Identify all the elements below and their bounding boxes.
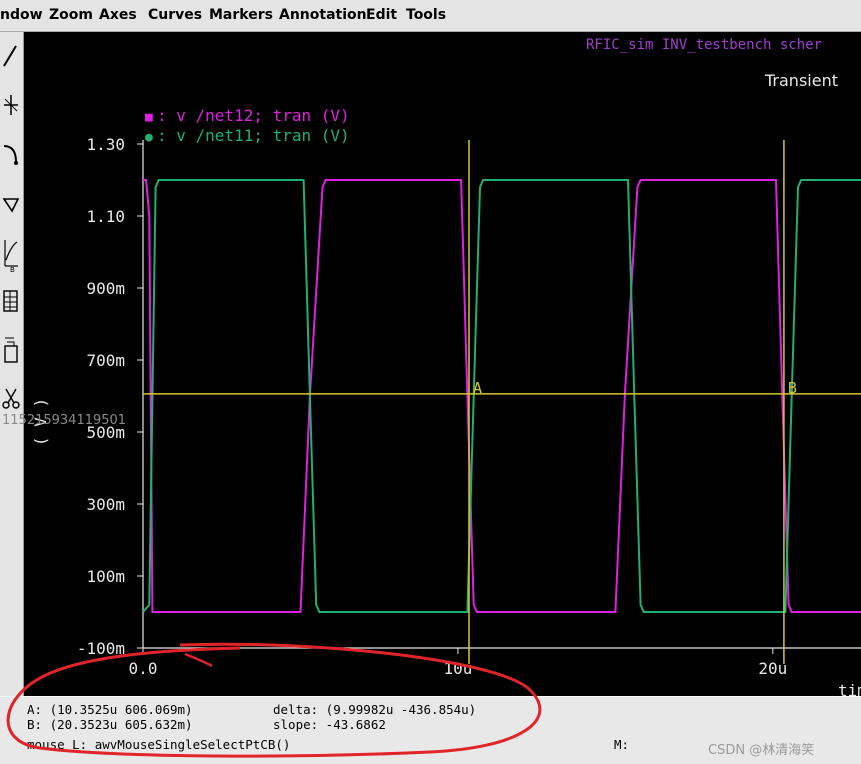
menu-edit[interactable]: Edit [366, 7, 397, 23]
watermark: CSDN @林清海笑 [708, 743, 815, 758]
cross-marker-button[interactable] [0, 83, 22, 127]
legend-marker-0: ■ [145, 110, 153, 125]
y-tick-label-0: 1.30 [86, 135, 125, 154]
marker-label-a: A [473, 379, 482, 397]
cross-marker-icon [4, 95, 18, 115]
line-tool-icon [3, 45, 17, 67]
mouse-middle-status: M: [614, 737, 630, 752]
menu-tools[interactable]: Tools [406, 7, 446, 23]
copy-button[interactable] [0, 328, 22, 372]
menu-markers[interactable]: Markers [209, 7, 273, 23]
menu-annotation[interactable]: Annotation [279, 7, 367, 23]
y-tick-label-3: 700m [86, 351, 125, 370]
menu-axes[interactable]: Axes [99, 7, 137, 23]
axis-scale-button[interactable]: B [0, 230, 22, 274]
y-tick-label-5: 300m [86, 495, 125, 514]
marker-b-readout: B: (20.3523u 605.632m) [27, 717, 193, 732]
delta-readout: delta: (9.99982u -436.854u) [273, 702, 477, 717]
side-toolbar: B [0, 32, 24, 696]
marker-label-b: B [788, 379, 797, 397]
chart-svg: RFIC_sim INV_testbench scher Transient ■ : … [31, 37, 861, 696]
legend-marker-1: ● [145, 130, 153, 145]
mouse-status: mouse L: awvMouseSingleSelectPtCB() [27, 737, 291, 752]
table-icon [3, 290, 18, 312]
menu-curves[interactable]: Curves [148, 7, 202, 23]
shape-tool-icon [2, 198, 20, 213]
menu-bar: ndow Zoom Axes Curves Markers Annotation… [0, 0, 861, 32]
series-line-0 [143, 179, 861, 613]
shape-tool-button[interactable] [0, 181, 22, 225]
svg-text:B: B [10, 266, 15, 272]
y-tick-label-7: -100m [77, 639, 125, 658]
legend-label-1: : v /net11; tran (V) [157, 126, 350, 145]
y-tick-label-1: 1.10 [86, 207, 125, 226]
x-axis-title: tim [838, 681, 861, 696]
series-line-1 [142, 179, 861, 613]
legend-label-0: : v /net12; tran (V) [157, 106, 350, 125]
y-tick-label-6: 100m [86, 567, 125, 586]
curve-tool-icon [3, 145, 18, 165]
slope-readout: slope: -43.6862 [273, 717, 386, 732]
menu-zoom[interactable]: Zoom [49, 7, 93, 23]
x-tick-label-2: 20u [758, 659, 787, 678]
scissors-icon [2, 388, 20, 409]
curve-tool-button[interactable] [0, 132, 22, 176]
table-button[interactable] [0, 279, 22, 323]
overlay-id-text: 115215934119501 [2, 413, 127, 428]
y-tick-label-2: 900m [86, 279, 125, 298]
menu-window[interactable]: ndow [0, 7, 43, 23]
line-tool-button[interactable] [0, 34, 22, 78]
marker-a-readout: A: (10.3525u 606.069m) [27, 702, 193, 717]
window-title-text: RFIC_sim INV_testbench scher [586, 37, 822, 53]
x-tick-label-1: 10u [443, 659, 472, 678]
x-tick-label-0: 0.0 [129, 659, 158, 678]
axis-scale-icon: B [4, 240, 18, 272]
analysis-title: Transient [764, 71, 838, 90]
copy-icon [4, 337, 18, 363]
waveform-plot[interactable]: RFIC_sim INV_testbench scher Transient ■ : … [24, 32, 861, 696]
